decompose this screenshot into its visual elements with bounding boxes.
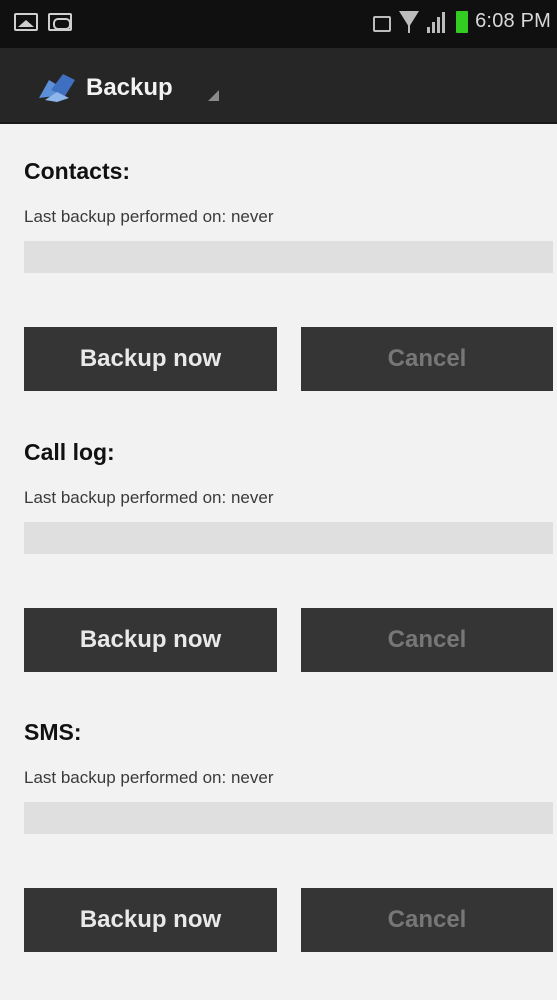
last-backup-status: Last backup performed on: never [24, 207, 274, 226]
cancel-button[interactable]: Cancel [301, 327, 553, 391]
backup-now-button[interactable]: Backup now [24, 888, 277, 952]
backup-progress-bar [24, 241, 553, 273]
signal-icon [427, 11, 449, 33]
action-bar: Backup [0, 48, 557, 124]
gallery-icon [14, 13, 38, 31]
section-title: SMS: [24, 719, 82, 745]
nfc-icon [371, 13, 392, 32]
last-backup-status: Last backup performed on: never [24, 768, 274, 787]
voicemail-icon [48, 13, 72, 31]
last-backup-status: Last backup performed on: never [24, 488, 274, 507]
battery-icon [456, 10, 469, 33]
status-left-icons [14, 13, 72, 31]
status-time: 6:08 PM [475, 10, 551, 32]
backup-progress-bar [24, 802, 553, 834]
cancel-button[interactable]: Cancel [301, 608, 553, 672]
backup-section-contacts: Contacts: Last backup performed on: neve… [0, 124, 557, 394]
status-bar: 6:08 PM [0, 0, 557, 48]
cancel-button[interactable]: Cancel [301, 888, 553, 952]
section-title: Contacts: [24, 158, 131, 184]
section-title: Call log: [24, 439, 115, 465]
app-title[interactable]: Backup [86, 74, 173, 102]
status-right-icons: 6:08 PM [371, 10, 551, 33]
backup-section-sms: SMS: Last backup performed on: never Bac… [0, 685, 557, 955]
backup-now-button[interactable]: Backup now [24, 608, 277, 672]
backup-progress-bar [24, 522, 553, 554]
backup-now-button[interactable]: Backup now [24, 327, 277, 391]
app-logo-icon[interactable] [35, 70, 87, 104]
spinner-indicator-icon[interactable] [208, 90, 219, 101]
wifi-icon [398, 10, 420, 33]
backup-section-call-log: Call log: Last backup performed on: neve… [0, 405, 557, 675]
